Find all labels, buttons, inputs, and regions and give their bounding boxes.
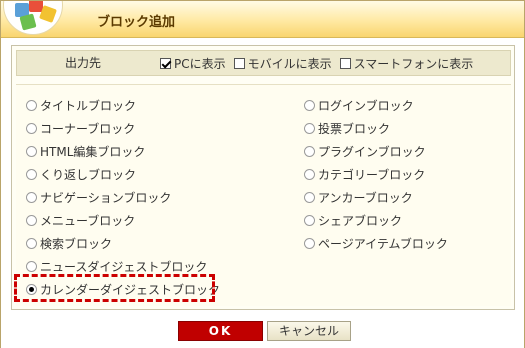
radio-icon[interactable]	[26, 168, 37, 180]
block-option-label: ナビゲーションブロック	[40, 190, 172, 205]
block-option[interactable]: ログインブロック	[304, 97, 414, 113]
block-option[interactable]: アンカーブロック	[304, 189, 413, 205]
block-option[interactable]: ナビゲーションブロック	[26, 189, 171, 205]
radio-icon[interactable]	[304, 99, 315, 111]
radio-icon[interactable]	[26, 214, 37, 226]
radio-icon[interactable]	[304, 191, 315, 203]
block-option-label: くり返しブロック	[40, 167, 137, 182]
radio-icon[interactable]	[26, 191, 37, 203]
checkbox-mobile[interactable]: モバイルに表示	[233, 55, 332, 72]
block-option[interactable]: ページアイテムブロック	[304, 235, 448, 251]
ok-button[interactable]: OK	[178, 321, 263, 341]
block-option-label: メニューブロック	[40, 213, 136, 228]
block-option-label: アンカーブロック	[318, 190, 413, 205]
checkbox-icon[interactable]	[233, 57, 245, 69]
block-type-options: タイトルブロック コーナーブロック HTML編集ブロック くり返しブロックナビゲーショ…	[16, 84, 511, 306]
block-option-label: ページアイテムブロック	[318, 236, 448, 251]
selected-option-highlight	[14, 274, 215, 302]
block-option-label: シェアブロック	[318, 213, 403, 228]
output-label: 出力先	[64, 56, 101, 70]
checkbox-mobile-label: モバイルに表示	[247, 56, 332, 71]
checkbox-pc[interactable]: PCに表示	[160, 55, 226, 72]
radio-icon[interactable]	[26, 145, 37, 157]
block-option-label: ログインブロック	[318, 98, 414, 113]
radio-icon[interactable]	[304, 168, 315, 180]
block-option[interactable]: ニュースダイジェストブロック	[26, 258, 207, 274]
block-option[interactable]: カテゴリーブロック	[304, 166, 425, 182]
radio-icon[interactable]	[26, 99, 37, 111]
block-option[interactable]: 投票ブロック	[304, 120, 390, 136]
radio-icon[interactable]	[26, 260, 37, 272]
app-logo-icon	[1, 1, 71, 38]
dialog-footer: OK キャンセル	[1, 315, 524, 348]
block-option-label: カテゴリーブロック	[318, 167, 426, 182]
cancel-button[interactable]: キャンセル	[267, 321, 351, 341]
checkbox-icon[interactable]	[339, 57, 351, 69]
block-option-label: プラグインブロック	[318, 144, 426, 159]
block-option-label: コーナーブロック	[40, 121, 136, 136]
checkbox-smartphone-label: スマートフォンに表示	[353, 56, 474, 71]
radio-icon[interactable]	[26, 237, 37, 249]
block-option-label: HTML編集ブロック	[40, 144, 146, 159]
checkbox-icon[interactable]	[160, 57, 171, 69]
radio-icon[interactable]	[304, 214, 315, 226]
radio-icon[interactable]	[304, 122, 315, 134]
radio-icon[interactable]	[26, 122, 37, 134]
block-option[interactable]: HTML編集ブロック	[26, 143, 145, 159]
radio-icon[interactable]	[304, 237, 315, 249]
checkbox-pc-label: PCに表示	[174, 56, 226, 71]
block-option[interactable]: プラグインブロック	[304, 143, 426, 159]
block-option[interactable]: くり返しブロック	[26, 166, 136, 182]
block-settings-panel: 出力先 PCに表示 モバイルに表示 スマートフォンに表示 タイトルブロック コーナ…	[11, 45, 515, 310]
block-option-label: 投票ブロック	[318, 121, 391, 136]
dialog-titlebar: ブロック追加	[1, 1, 524, 38]
checkbox-smartphone[interactable]: スマートフォンに表示	[339, 55, 474, 72]
radio-icon[interactable]	[304, 145, 315, 157]
dialog-title: ブロック追加	[97, 15, 176, 30]
block-option[interactable]: シェアブロック	[304, 212, 402, 228]
block-option[interactable]: コーナーブロック	[26, 120, 135, 136]
block-option-label: 検索ブロック	[40, 236, 113, 251]
block-option[interactable]: 検索ブロック	[26, 235, 112, 251]
block-option-label: ニュースダイジェストブロック	[40, 259, 208, 274]
output-checkbox-group: PCに表示 モバイルに表示 スマートフォンに表示	[160, 51, 481, 75]
block-option[interactable]: タイトルブロック	[26, 97, 136, 113]
add-block-dialog: ブロック追加 出力先 PCに表示 モバイルに表示 スマートフォンに表示 タイトル	[0, 0, 525, 348]
output-destination-row: 出力先 PCに表示 モバイルに表示 スマートフォンに表示	[16, 50, 511, 76]
block-option[interactable]: メニューブロック	[26, 212, 135, 228]
block-option-label: タイトルブロック	[40, 98, 137, 113]
